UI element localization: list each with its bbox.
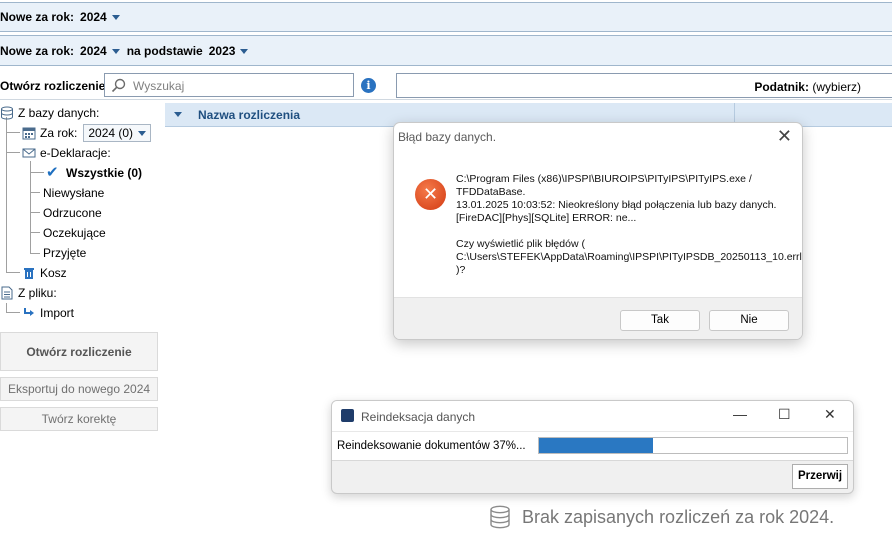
search-input[interactable]: Wyszukaj — [104, 73, 354, 97]
tree-all-label: Wszystkie (0) — [66, 166, 143, 180]
import-arrow-icon — [24, 308, 34, 316]
tree-waiting[interactable]: Oczekujące — [43, 223, 106, 243]
yes-button[interactable]: Tak — [620, 310, 700, 331]
export-button-label: Eksportuj do nowego 2024 — [7, 382, 151, 396]
correction-button-label: Twórz korektę — [41, 412, 117, 426]
cancel-button-label: Przerwij — [797, 470, 843, 482]
basis-label: na podstawie — [126, 43, 203, 58]
tree-unsent-label: Niewysłane — [43, 186, 105, 200]
reindex-window: Reindeksacja danych — ☐ ✕ Reindeksowanie… — [331, 400, 854, 494]
search-icon — [111, 78, 126, 93]
database-icon — [1, 106, 13, 120]
error-message-detail: 13.01.2025 10:03:52: Nieokreślony błąd p… — [456, 199, 777, 224]
tree-rejected[interactable]: Odrzucone — [43, 203, 102, 223]
new-year-toolbar: Nowe za rok: 2024 — [0, 2, 892, 32]
new-year-label-2: Nowe za rok: — [0, 43, 75, 58]
tree-accepted-label: Przyjęte — [43, 246, 87, 260]
tree-edeklaracje[interactable]: e-Deklaracje: — [22, 143, 111, 163]
export-button[interactable]: Eksportuj do nowego 2024 — [0, 377, 158, 401]
tree-all[interactable]: ✔ Wszystkie (0) — [46, 163, 142, 183]
new-from-basis-toolbar: Nowe za rok: 2024 na podstawie 2023 — [0, 35, 892, 66]
error-dialog-footer: Tak Nie — [394, 297, 802, 339]
tree-accepted[interactable]: Przyjęte — [43, 243, 86, 263]
tree-edeklaracje-label: e-Deklaracje: — [40, 146, 111, 160]
tree-waiting-label: Oczekujące — [43, 226, 106, 240]
taxpayer-label: Podatnik: — [754, 80, 809, 94]
tree-import[interactable]: Import — [22, 303, 74, 323]
year-combo-value: 2024 (0) — [88, 126, 134, 140]
tree-trash-label: Kosz — [40, 266, 67, 280]
checkmark-icon: ✔ — [46, 164, 59, 181]
chevron-down-icon — [111, 48, 120, 54]
error-message-path: C:\Program Files (x86)\IPSPI\BIUROIPS\PI… — [456, 173, 752, 198]
reindex-title: Reindeksacja danych — [361, 410, 476, 424]
reindex-body: Reindeksowanie dokumentów 37%... — [332, 431, 853, 461]
no-button-label: Nie — [740, 314, 758, 326]
progress-bar — [538, 437, 848, 454]
envelope-icon — [22, 148, 36, 158]
taxpayer-selector[interactable]: Podatnik: (wybierz) — [396, 73, 892, 98]
search-row: Otwórz rozliczenie Wyszukaj i Podatnik: … — [0, 71, 892, 100]
empty-state: Brak zapisanych rozliczeń za rok 2024. — [489, 505, 834, 529]
empty-state-text: Brak zapisanych rozliczeń za rok 2024. — [522, 506, 835, 527]
new-year-value-2: 2024 — [80, 43, 107, 58]
trash-icon — [24, 268, 34, 279]
error-question: Czy wyświetlić plik błędów ( C:\Users\ST… — [456, 238, 803, 276]
open-settlement-button[interactable]: Otwórz rozliczenie — [0, 332, 158, 371]
database-icon — [490, 505, 510, 529]
year-combo[interactable]: 2024 (0) — [83, 124, 152, 142]
tree-file[interactable]: Z pliku: — [0, 283, 57, 303]
tree-database[interactable]: Z bazy danych: — [0, 103, 99, 123]
tree-import-label: Import — [40, 306, 75, 320]
no-button[interactable]: Nie — [709, 310, 789, 331]
tree-unsent[interactable]: Niewysłane — [43, 183, 104, 203]
error-dialog: Błąd bazy danych. ✕ ✕ C:\Program Files (… — [393, 122, 803, 340]
basis-year-dropdown[interactable]: 2023 — [209, 44, 249, 58]
document-icon — [1, 286, 13, 300]
new-year-dropdown[interactable]: 2024 — [80, 10, 120, 24]
progress-label: Reindeksowanie dokumentów 37%... — [337, 440, 526, 452]
new-year-dropdown-2[interactable]: 2024 — [80, 44, 120, 58]
error-icon: ✕ — [415, 179, 446, 210]
chevron-down-icon — [240, 48, 249, 54]
sort-arrow-icon[interactable] — [174, 112, 182, 117]
year-label: Za rok: — [40, 126, 78, 140]
info-icon[interactable]: i — [361, 78, 376, 93]
basis-year-value: 2023 — [208, 43, 236, 58]
maximize-icon[interactable]: ☐ — [778, 406, 791, 423]
correction-button[interactable]: Twórz korektę — [0, 407, 158, 431]
error-message: C:\Program Files (x86)\IPSPI\BIUROIPS\PI… — [456, 173, 803, 290]
tree-year: Za rok: 2024 (0) — [22, 123, 152, 143]
tree-file-label: Z pliku: — [18, 286, 57, 300]
close-icon[interactable]: ✕ — [824, 406, 836, 423]
calendar-icon — [22, 127, 36, 140]
chevron-down-icon — [111, 15, 120, 21]
taxpayer-value: (wybierz) — [812, 80, 861, 94]
cancel-button[interactable]: Przerwij — [792, 464, 848, 489]
search-placeholder: Wyszukaj — [133, 79, 185, 93]
yes-button-label: Tak — [651, 314, 669, 326]
open-settlement-button-label: Otwórz rozliczenie — [26, 345, 132, 359]
progress-fill — [539, 438, 653, 453]
tree-database-label: Z bazy danych: — [18, 106, 100, 120]
chevron-down-icon — [138, 131, 147, 137]
reindex-titlebar: Reindeksacja danych — ☐ ✕ — [332, 401, 853, 431]
tree-trash[interactable]: Kosz — [22, 263, 67, 283]
app-icon — [341, 409, 354, 422]
error-dialog-title: Błąd bazy danych. — [398, 130, 497, 144]
close-icon[interactable]: ✕ — [777, 126, 792, 147]
column-header-name[interactable]: Nazwa rozliczenia — [198, 108, 300, 122]
tree-rejected-label: Odrzucone — [43, 206, 102, 220]
minimize-icon[interactable]: — — [733, 406, 747, 422]
new-year-label: Nowe za rok: — [0, 10, 75, 24]
open-settlement-label: Otwórz rozliczenie — [0, 79, 106, 93]
new-year-value: 2024 — [80, 10, 107, 24]
